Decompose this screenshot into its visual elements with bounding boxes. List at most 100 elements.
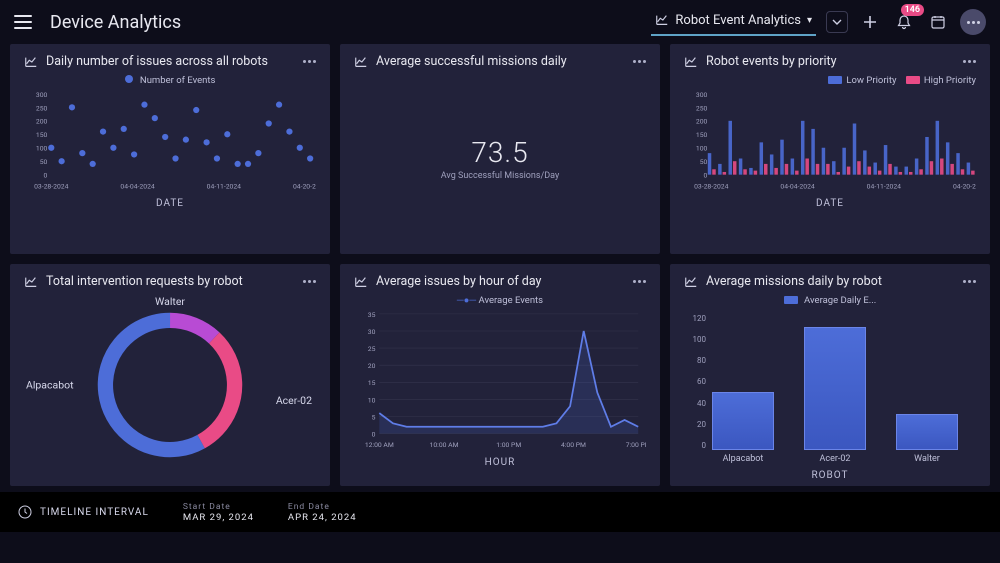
svg-text:0: 0: [44, 172, 48, 180]
svg-text:0: 0: [372, 431, 376, 439]
x-axis-label: HOUR: [354, 457, 646, 468]
donut-label-acer: Acer-02: [276, 394, 312, 407]
svg-text:25: 25: [368, 345, 376, 353]
svg-text:10:00 AM: 10:00 AM: [430, 441, 459, 449]
timeline-end[interactable]: End Date APR 24, 2024: [288, 502, 357, 523]
chart-line-icon: [684, 55, 698, 69]
chevron-down-icon: [832, 17, 842, 27]
top-bar: Device Analytics Robot Event Analytics ▾…: [0, 0, 1000, 44]
svg-text:15: 15: [368, 379, 376, 387]
legend-label: Average Daily E...: [804, 295, 876, 306]
chart-line-icon: [354, 55, 368, 69]
svg-text:250: 250: [36, 104, 48, 112]
donut-chart: [85, 300, 255, 470]
panel-title: Robot events by priority: [706, 54, 837, 69]
caret-down-icon: ▾: [807, 15, 812, 26]
panel-events-priority: Robot events by priority Low Priority Hi…: [670, 44, 990, 254]
chart-line-icon: [24, 55, 38, 69]
svg-text:5: 5: [372, 413, 376, 421]
svg-text:300: 300: [36, 91, 48, 99]
view-selector-label: Robot Event Analytics: [675, 13, 801, 28]
legend-label: Average Events: [478, 295, 543, 306]
kpi-value: 73.5: [471, 136, 528, 169]
panel-menu-button[interactable]: [963, 60, 976, 63]
x-axis-label: DATE: [24, 198, 316, 209]
svg-text:7:00 PM: 7:00 PM: [626, 441, 646, 449]
panel-interventions: Total intervention requests by robot Wal…: [10, 264, 330, 486]
panel-title: Average successful missions daily: [376, 54, 567, 69]
svg-text:100: 100: [696, 145, 708, 153]
bar: [712, 392, 774, 450]
chart-legend: Number of Events: [24, 75, 316, 86]
chart-legend: ─●─ Average Events: [354, 295, 646, 306]
timeline-start-label: Start Date: [183, 502, 254, 512]
menu-icon[interactable]: [14, 15, 32, 29]
clock-icon: [18, 505, 32, 519]
timeline-bar: TIMELINE INTERVAL Start Date MAR 29, 202…: [0, 492, 1000, 532]
chart-legend: Low Priority High Priority: [684, 75, 976, 86]
svg-text:50: 50: [40, 158, 48, 166]
more-button[interactable]: [960, 9, 986, 35]
svg-text:200: 200: [696, 118, 708, 126]
panel-title: Daily number of issues across all robots: [46, 54, 268, 69]
chart-line-icon: [684, 275, 698, 289]
timeline-title: TIMELINE INTERVAL: [40, 507, 149, 518]
legend-high: High Priority: [924, 75, 976, 86]
svg-text:50: 50: [700, 158, 708, 166]
timeline-end-value: APR 24, 2024: [288, 512, 357, 523]
dots-horizontal-icon: [967, 21, 980, 24]
donut-label-walter: Walter: [155, 295, 185, 308]
svg-text:4:00 PM: 4:00 PM: [561, 441, 586, 449]
line-chart: 0510152025303512:00 AM10:00 AM1:00 PM4:0…: [354, 310, 646, 451]
chart-line-icon: [655, 13, 669, 27]
svg-text:04-11-2024: 04-11-2024: [867, 182, 901, 190]
panel-avg-missions: Average successful missions daily 73.5 A…: [340, 44, 660, 254]
calendar-icon: [930, 14, 946, 30]
add-button[interactable]: [858, 10, 882, 34]
panel-menu-button[interactable]: [303, 280, 316, 283]
x-axis-label: ROBOT: [684, 470, 976, 481]
chart-legend: Average Daily E...: [684, 295, 976, 306]
bar-x-label: Walter: [896, 454, 958, 464]
timeline-start[interactable]: Start Date MAR 29, 2024: [183, 502, 254, 523]
chart-line-icon: [24, 275, 38, 289]
svg-text:04-04-2024: 04-04-2024: [120, 182, 154, 190]
notifications-badge: 146: [901, 4, 924, 16]
panel-title: Average missions daily by robot: [706, 274, 882, 289]
svg-text:03-28-2024: 03-28-2024: [694, 182, 728, 190]
bar-x-label: Acer-02: [804, 454, 866, 464]
panel-title: Average issues by hour of day: [376, 274, 541, 289]
x-axis-label: DATE: [684, 198, 976, 209]
notifications-button[interactable]: 146: [892, 10, 916, 34]
panel-menu-button[interactable]: [963, 280, 976, 283]
panel-missions-robot: Average missions daily by robot Average …: [670, 264, 990, 486]
svg-text:0: 0: [704, 172, 708, 180]
bar-chart: 120100806040200: [684, 310, 976, 450]
scatter-chart: 05010015020025030003-28-202404-04-202404…: [24, 90, 316, 192]
svg-text:12:00 AM: 12:00 AM: [365, 441, 394, 449]
svg-text:100: 100: [36, 145, 48, 153]
view-dropdown-button[interactable]: [826, 11, 848, 33]
legend-label: Number of Events: [140, 75, 216, 86]
timeline-start-value: MAR 29, 2024: [183, 512, 254, 523]
dashboard-grid: Daily number of issues across all robots…: [0, 44, 1000, 492]
svg-text:20: 20: [368, 362, 376, 370]
calendar-button[interactable]: [926, 10, 950, 34]
svg-text:10: 10: [368, 396, 376, 404]
donut-label-alpacabot: Alpacabot: [26, 378, 74, 391]
kpi-subtitle: Avg Successful Missions/Day: [441, 171, 560, 181]
view-selector[interactable]: Robot Event Analytics ▾: [651, 9, 816, 36]
panel-menu-button[interactable]: [303, 60, 316, 63]
panel-title: Total intervention requests by robot: [46, 274, 243, 289]
grouped-bar-chart: 05010015020025030003-28-202404-04-202404…: [684, 90, 976, 192]
svg-text:35: 35: [368, 311, 376, 319]
panel-menu-button[interactable]: [633, 60, 646, 63]
svg-text:200: 200: [36, 118, 48, 126]
panel-menu-button[interactable]: [633, 280, 646, 283]
panel-issues-daily: Daily number of issues across all robots…: [10, 44, 330, 254]
legend-low: Low Priority: [846, 75, 896, 86]
plus-icon: [863, 15, 877, 29]
svg-text:30: 30: [368, 328, 376, 336]
svg-text:150: 150: [36, 131, 48, 139]
svg-text:03-28-2024: 03-28-2024: [34, 182, 68, 190]
